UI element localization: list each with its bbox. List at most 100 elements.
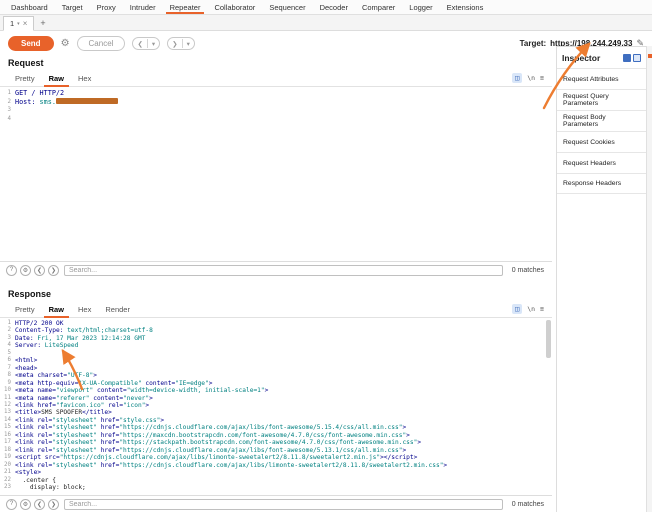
line-content: <link rel="stylesheet" href="https://cdn… bbox=[15, 462, 447, 469]
newline-icon[interactable]: \n bbox=[527, 305, 535, 313]
panel-splitter[interactable] bbox=[0, 278, 552, 288]
line-number: 13 bbox=[0, 409, 15, 416]
response-tab-pretty[interactable]: Pretty bbox=[8, 302, 42, 317]
collapsed-panel-marker bbox=[648, 54, 652, 58]
menu-item-comparer[interactable]: Comparer bbox=[355, 0, 402, 14]
request-tab-raw[interactable]: Raw bbox=[42, 71, 71, 86]
next-match-icon[interactable]: ❯ bbox=[48, 499, 59, 510]
response-tab-raw[interactable]: Raw bbox=[42, 302, 71, 317]
code-segment: <link rel= bbox=[15, 417, 52, 424]
request-tab-pretty[interactable]: Pretty bbox=[8, 71, 42, 86]
line-number: 5 bbox=[0, 350, 15, 357]
inspector-section-response-headers[interactable]: Response Headers bbox=[557, 173, 646, 194]
forward-icon: ❯ bbox=[168, 40, 181, 48]
inspector-expand-icon[interactable] bbox=[633, 54, 641, 62]
code-segment: <link href= bbox=[15, 402, 56, 409]
repeater-session-tab[interactable]: 1 ▾ × bbox=[3, 16, 34, 31]
code-segment: <html> bbox=[15, 357, 37, 364]
code-line: 2Content-Type: text/html;charset=utf-8 bbox=[0, 327, 552, 334]
code-line: 8<meta charset="UTF-8"> bbox=[0, 372, 552, 379]
line-content: <link rel="stylesheet" href="https://max… bbox=[15, 432, 410, 439]
inspector-section-request-body-parameters[interactable]: Request Body Parameters bbox=[557, 110, 646, 131]
help-icon[interactable]: ? bbox=[6, 265, 17, 276]
line-number: 3 bbox=[0, 106, 15, 115]
gear-icon[interactable]: ⚙ bbox=[61, 38, 70, 49]
menu-item-repeater[interactable]: Repeater bbox=[163, 0, 208, 14]
code-line: 4Server: LiteSpeed bbox=[0, 342, 552, 349]
prev-match-icon[interactable]: ❮ bbox=[34, 499, 45, 510]
next-match-icon[interactable]: ❯ bbox=[48, 265, 59, 276]
wrap-lines-icon[interactable]: ≡ bbox=[540, 74, 544, 82]
search-input[interactable] bbox=[64, 499, 503, 510]
menu-item-decoder[interactable]: Decoder bbox=[313, 0, 355, 14]
split-view-icon[interactable]: ◫ bbox=[512, 304, 522, 314]
line-content: <link href="favicon.ico" rel="icon"> bbox=[15, 402, 149, 409]
redacted-value bbox=[56, 98, 118, 104]
wrap-lines-icon[interactable]: ≡ bbox=[540, 305, 544, 313]
request-editor[interactable]: 1GET / HTTP/22Host: sms.34 bbox=[0, 87, 552, 261]
response-editor[interactable]: 1HTTP/2 200 OK2Content-Type: text/html;c… bbox=[0, 318, 552, 495]
code-line: 1GET / HTTP/2 bbox=[0, 89, 552, 98]
code-segment: <link rel= bbox=[15, 462, 52, 469]
collapsed-panel-strip[interactable] bbox=[646, 46, 652, 512]
code-segment: <link rel= bbox=[15, 424, 52, 431]
menu-item-target[interactable]: Target bbox=[55, 0, 90, 14]
close-icon[interactable]: × bbox=[23, 19, 28, 28]
help-icon[interactable]: ? bbox=[6, 499, 17, 510]
search-settings-icon[interactable]: ⚙ bbox=[20, 499, 31, 510]
response-tab-hex[interactable]: Hex bbox=[71, 302, 98, 317]
line-content: <link rel="stylesheet" href="style.css"> bbox=[15, 417, 164, 424]
inspector-section-request-query-parameters[interactable]: Request Query Parameters bbox=[557, 89, 646, 110]
code-segment: > bbox=[265, 387, 269, 394]
response-tab-render[interactable]: Render bbox=[98, 302, 137, 317]
search-settings-icon[interactable]: ⚙ bbox=[20, 265, 31, 276]
menu-item-extensions[interactable]: Extensions bbox=[440, 0, 491, 14]
menu-item-logger[interactable]: Logger bbox=[402, 0, 439, 14]
code-line: 14<link rel="stylesheet" href="style.css… bbox=[0, 417, 552, 424]
menu-item-intruder[interactable]: Intruder bbox=[123, 0, 163, 14]
inspector-section-request-attributes[interactable]: Request Attributes bbox=[557, 68, 646, 89]
inspector-dock-icon[interactable] bbox=[623, 54, 631, 62]
menu-item-collaborator[interactable]: Collaborator bbox=[207, 0, 262, 14]
line-number: 10 bbox=[0, 387, 15, 394]
line-number: 3 bbox=[0, 335, 15, 342]
code-segment: > bbox=[160, 417, 164, 424]
match-count: 0 matches bbox=[512, 267, 544, 274]
request-tab-hex[interactable]: Hex bbox=[71, 71, 98, 86]
code-segment: href= bbox=[97, 439, 119, 446]
inspector-section-request-cookies[interactable]: Request Cookies bbox=[557, 131, 646, 152]
code-segment: <meta name= bbox=[15, 387, 56, 394]
search-input[interactable] bbox=[64, 265, 503, 276]
code-segment: Date: bbox=[15, 335, 34, 342]
line-content: <meta name="referer" content="never"> bbox=[15, 395, 153, 402]
split-view-icon[interactable]: ◫ bbox=[512, 73, 522, 83]
response-scrollbar[interactable] bbox=[546, 320, 551, 358]
line-content: <link rel="stylesheet" href="https://cdn… bbox=[15, 424, 406, 431]
history-forward-button[interactable]: ❯ ▾ bbox=[167, 37, 195, 50]
line-content: <meta http-equiv="X-UA-Compatible" conte… bbox=[15, 380, 212, 387]
newline-icon[interactable]: \n bbox=[527, 74, 535, 82]
code-segment: rel= bbox=[104, 402, 123, 409]
line-number: 4 bbox=[0, 342, 15, 349]
add-tab-button[interactable]: + bbox=[34, 18, 51, 28]
inspector-header-icons bbox=[623, 54, 641, 62]
cancel-button[interactable]: Cancel bbox=[77, 36, 126, 51]
code-segment: > bbox=[417, 439, 421, 446]
line-content: Content-Type: text/html;charset=utf-8 bbox=[15, 327, 153, 334]
send-button[interactable]: Send bbox=[8, 36, 54, 51]
code-segment: "stylesheet" bbox=[52, 462, 97, 469]
inspector-section-request-headers[interactable]: Request Headers bbox=[557, 152, 646, 173]
code-segment: <style> bbox=[15, 469, 41, 476]
line-content: <link rel="stylesheet" href="https://cdn… bbox=[15, 447, 406, 454]
line-content: display: block; bbox=[15, 484, 86, 491]
menu-item-dashboard[interactable]: Dashboard bbox=[4, 0, 55, 14]
code-segment: "https://maxcdn.bootstrapcdn.com/font-aw… bbox=[119, 432, 406, 439]
menu-item-sequencer[interactable]: Sequencer bbox=[262, 0, 312, 14]
code-segment: "https://stackpath.bootstrapcdn.com/font… bbox=[119, 439, 417, 446]
history-back-button[interactable]: ❮ ▾ bbox=[132, 37, 160, 50]
code-segment: <head> bbox=[15, 365, 37, 372]
line-number: 7 bbox=[0, 365, 15, 372]
menu-item-proxy[interactable]: Proxy bbox=[90, 0, 123, 14]
prev-match-icon[interactable]: ❮ bbox=[34, 265, 45, 276]
line-content: <link rel="stylesheet" href="https://sta… bbox=[15, 439, 421, 446]
